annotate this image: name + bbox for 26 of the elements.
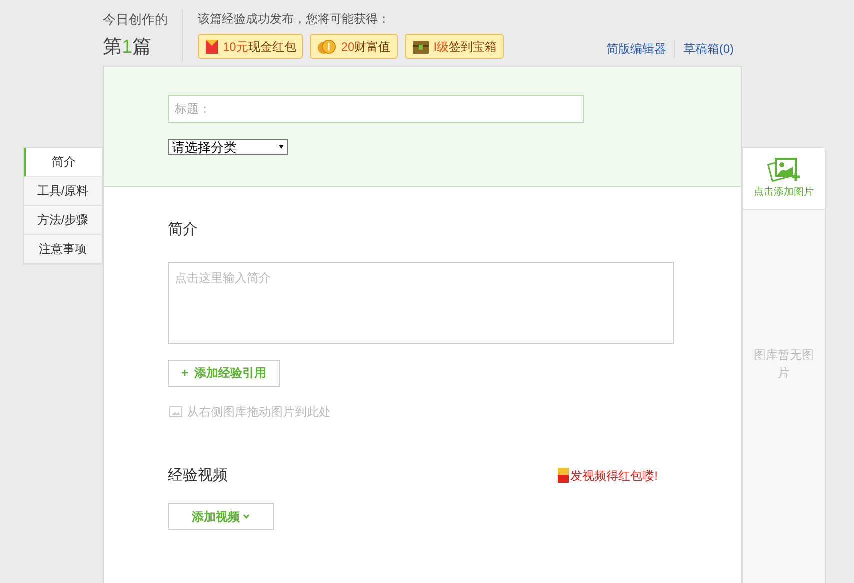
gallery-empty-text: 图库暂无图片 [753,347,815,382]
add-image-icon [767,157,801,183]
article-count: 第1篇 [103,36,153,60]
header-link[interactable]: 草稿箱(0) [674,40,742,58]
rewards-intro: 该篇经验成功发布，您将可能获得： [198,11,391,28]
video-promo: 发视频得红包喽! [570,468,658,485]
treasure-chest-icon [412,38,430,54]
section-heading: 经验视频 [168,466,228,486]
nav-tab[interactable]: 方法/步骤 [24,206,102,235]
reward-badge: 20财富值 [310,34,398,59]
nav-tab[interactable]: 注意事项 [24,235,102,264]
today-label: 今日创作的 [103,11,168,29]
header-link[interactable]: 简版编辑器 [598,40,674,58]
reward-badge: 10元现金红包 [198,34,304,59]
dropdown-arrow-icon [279,145,284,149]
nav-tab[interactable]: 工具/原料 [24,177,102,206]
intro-textarea[interactable]: 点击这里输入简介 [168,262,674,344]
section-heading: 简介 [168,220,199,240]
drag-hint: 从右侧图库拖动图片到此处 [187,404,331,420]
category-select[interactable]: 请选择分类 [168,139,288,155]
image-icon [168,406,183,418]
title-field[interactable]: 标题： [168,95,584,123]
reward-badge: I级签到宝箱 [404,34,504,59]
chevron-down-icon [243,514,250,519]
coins-icon [317,38,338,54]
nav-tab[interactable]: 简介 [24,148,102,177]
